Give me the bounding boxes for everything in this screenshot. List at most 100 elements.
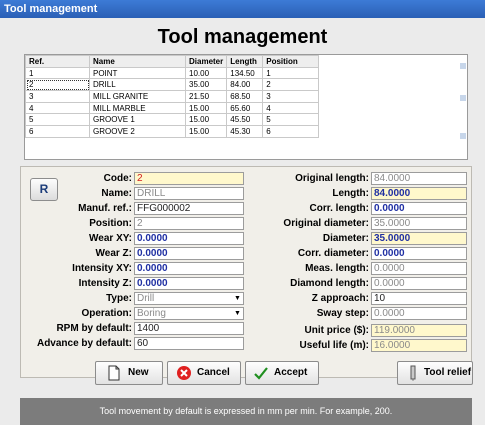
corr-diameter-field[interactable]: 0.0000 bbox=[371, 247, 467, 260]
wear-z-label: Wear Z: bbox=[95, 248, 133, 259]
cell-position: 3 bbox=[262, 90, 320, 103]
cell-length: 65.60 bbox=[226, 101, 264, 115]
code-field[interactable]: 2 bbox=[134, 172, 244, 185]
cell-diameter: 15.00 bbox=[184, 113, 228, 127]
table-row[interactable]: 3 MILL GRANITE 21.50 68.50 3 bbox=[25, 90, 320, 103]
cell-name: POINT bbox=[89, 66, 186, 80]
table-header-row: Ref. Name Diameter Length Position bbox=[25, 55, 320, 68]
intensity-xy-label: Intensity XY: bbox=[72, 263, 132, 274]
table-row[interactable]: 4 MILL MARBLE 15.00 65.60 4 bbox=[25, 101, 320, 115]
rpm-default-label: RPM by default: bbox=[56, 323, 132, 334]
length-field[interactable]: 84.0000 bbox=[371, 187, 467, 200]
accept-button-label: Accept bbox=[274, 367, 308, 378]
table-row[interactable]: 2 DRILL 35.00 84.00 2 bbox=[25, 78, 320, 92]
cell-ref: 1 bbox=[25, 66, 90, 80]
cell-name: MILL MARBLE bbox=[89, 101, 186, 115]
advance-default-field[interactable]: 60 bbox=[134, 337, 244, 350]
cell-length: 68.50 bbox=[226, 90, 264, 103]
intensity-z-label: Intensity Z: bbox=[78, 278, 132, 289]
table-row[interactable]: 5 GROOVE 1 15.00 45.50 5 bbox=[25, 113, 320, 127]
cell-name: GROOVE 1 bbox=[89, 113, 186, 127]
meas-length-field[interactable]: 0.0000 bbox=[371, 262, 467, 275]
original-length-label: Original length: bbox=[295, 173, 369, 184]
unit-price-field[interactable]: 119.0000 bbox=[371, 324, 467, 337]
table-row[interactable]: 1 POINT 10.00 134.50 1 bbox=[25, 66, 320, 80]
original-diameter-label: Original diameter: bbox=[283, 218, 369, 229]
cell-diameter: 15.00 bbox=[184, 125, 228, 138]
scroll-arrow-icon[interactable] bbox=[460, 133, 466, 139]
type-label: Type: bbox=[106, 293, 132, 304]
sway-step-field[interactable]: 0.0000 bbox=[371, 307, 467, 320]
column-position[interactable]: Position bbox=[262, 55, 320, 68]
cancel-button[interactable]: Cancel bbox=[167, 361, 241, 385]
cell-diameter: 21.50 bbox=[184, 90, 228, 103]
cell-length: 84.00 bbox=[226, 78, 264, 92]
intensity-z-field[interactable]: 0.0000 bbox=[134, 277, 244, 290]
corr-length-label: Corr. length: bbox=[309, 203, 369, 214]
checkmark-icon bbox=[254, 367, 268, 380]
tool-relief-icon bbox=[410, 365, 416, 381]
cell-name: MILL GRANITE bbox=[89, 90, 186, 103]
meas-length-label: Meas. length: bbox=[305, 263, 369, 274]
length-label: Length: bbox=[332, 188, 369, 199]
new-button[interactable]: New bbox=[95, 361, 163, 385]
diamond-length-label: Diamond length: bbox=[290, 278, 369, 289]
cell-position: 5 bbox=[262, 113, 320, 127]
accept-button[interactable]: Accept bbox=[245, 361, 319, 385]
z-approach-field[interactable]: 10 bbox=[371, 292, 467, 305]
manuf-ref-label: Manuf. ref.: bbox=[78, 203, 132, 214]
cell-length: 45.50 bbox=[226, 113, 264, 127]
cell-ref: 5 bbox=[25, 113, 90, 127]
operation-select[interactable]: Boring ▼ bbox=[134, 307, 244, 320]
column-name[interactable]: Name bbox=[89, 55, 186, 68]
operation-select-value: Boring bbox=[137, 308, 166, 319]
cell-diameter: 10.00 bbox=[184, 66, 228, 80]
page-title: Tool management bbox=[157, 26, 328, 48]
table-row[interactable]: 6 GROOVE 2 15.00 45.30 6 bbox=[25, 125, 320, 138]
tool-relief-button-label: Tool relief bbox=[424, 367, 472, 378]
status-bar: Tool movement by default is expressed in… bbox=[20, 398, 472, 425]
diameter-field[interactable]: 35.0000 bbox=[371, 232, 467, 245]
name-field[interactable]: DRILL bbox=[134, 187, 244, 200]
chevron-down-icon[interactable]: ▼ bbox=[233, 295, 242, 303]
cell-length: 134.50 bbox=[226, 66, 264, 80]
cell-position: 6 bbox=[262, 125, 320, 138]
cell-length: 45.30 bbox=[226, 125, 264, 138]
cell-ref: 3 bbox=[25, 90, 90, 103]
corr-diameter-label: Corr. diameter: bbox=[297, 248, 369, 259]
table-scrollbar[interactable] bbox=[458, 55, 466, 159]
original-length-field[interactable]: 84.0000 bbox=[371, 172, 467, 185]
tool-relief-button[interactable]: Tool relief bbox=[397, 361, 473, 385]
cell-position: 2 bbox=[262, 78, 320, 92]
window-title: Tool management bbox=[0, 0, 485, 18]
cell-ref: 2 bbox=[25, 78, 90, 92]
wear-z-field[interactable]: 0.0000 bbox=[134, 247, 244, 260]
type-select[interactable]: Drill ▼ bbox=[134, 292, 244, 305]
original-diameter-field[interactable]: 35.0000 bbox=[371, 217, 467, 230]
rpm-default-field[interactable]: 1400 bbox=[134, 322, 244, 335]
unit-price-label: Unit price ($): bbox=[304, 325, 369, 336]
corr-length-field[interactable]: 0.0000 bbox=[371, 202, 467, 215]
cell-diameter: 35.00 bbox=[184, 78, 228, 92]
useful-life-field[interactable]: 16.0000 bbox=[371, 339, 467, 352]
cell-name: GROOVE 2 bbox=[89, 125, 186, 138]
position-field[interactable]: 2 bbox=[134, 217, 244, 230]
column-diameter[interactable]: Diameter bbox=[184, 55, 228, 68]
column-length[interactable]: Length bbox=[226, 55, 264, 68]
new-button-label: New bbox=[128, 367, 149, 378]
chevron-down-icon[interactable]: ▼ bbox=[233, 310, 242, 318]
intensity-xy-field[interactable]: 0.0000 bbox=[134, 262, 244, 275]
scroll-arrow-icon[interactable] bbox=[460, 63, 466, 69]
diamond-length-field[interactable]: 0.0000 bbox=[371, 277, 467, 290]
wear-xy-label: Wear XY: bbox=[89, 233, 132, 244]
cell-ref: 4 bbox=[25, 101, 90, 115]
column-ref[interactable]: Ref. bbox=[25, 55, 90, 68]
cell-name: DRILL bbox=[89, 78, 186, 92]
wear-xy-field[interactable]: 0.0000 bbox=[134, 232, 244, 245]
manuf-ref-field[interactable]: FFG000002 bbox=[134, 202, 244, 215]
type-select-value: Drill bbox=[137, 293, 155, 304]
z-approach-label: Z approach: bbox=[311, 293, 369, 304]
tool-table[interactable]: Ref. Name Diameter Length Position 1 POI… bbox=[24, 54, 468, 160]
diameter-label: Diameter: bbox=[322, 233, 369, 244]
scroll-arrow-icon[interactable] bbox=[460, 95, 466, 101]
